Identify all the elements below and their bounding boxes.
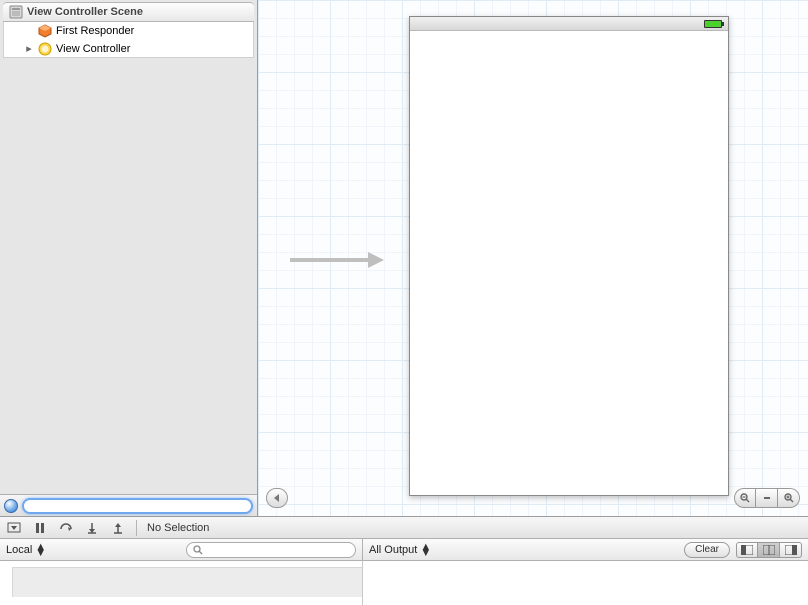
- step-over-icon: [59, 521, 73, 535]
- console-pane-toggle: [736, 542, 802, 558]
- show-both-panes-button[interactable]: [758, 542, 780, 558]
- updown-icon: ▲▼: [35, 544, 46, 556]
- right-pane-icon: [785, 545, 797, 555]
- variables-scope-popup[interactable]: Local ▲▼: [6, 544, 46, 556]
- initial-scene-arrow-icon: [290, 250, 385, 270]
- variables-scope-label: Local: [6, 544, 32, 556]
- outline-row-first-responder[interactable]: First Responder: [3, 22, 254, 40]
- console-output-pane[interactable]: [363, 561, 808, 605]
- first-responder-icon: [38, 24, 52, 38]
- filter-scope-icon[interactable]: [4, 499, 18, 513]
- output-scope-popup[interactable]: All Output ▲▼: [369, 544, 431, 556]
- pause-button[interactable]: [32, 520, 48, 536]
- show-console-only-button[interactable]: [780, 542, 802, 558]
- updown-icon: ▲▼: [420, 544, 431, 556]
- console-output-filter-area: All Output ▲▼ Clear: [363, 539, 808, 560]
- scene-header[interactable]: View Controller Scene: [3, 2, 254, 22]
- step-out-icon: [111, 521, 125, 535]
- toggle-debug-drawer-button[interactable]: [6, 520, 22, 536]
- document-outline-panel: View Controller Scene First Responder ▸ …: [0, 0, 258, 516]
- both-panes-icon: [763, 545, 775, 555]
- console-body: [0, 561, 808, 605]
- outline-row-view-controller[interactable]: ▸ View Controller: [3, 40, 254, 58]
- show-variables-only-button[interactable]: [736, 542, 758, 558]
- outline-list: View Controller Scene First Responder ▸ …: [0, 0, 257, 494]
- outline-filter-bar: [0, 494, 257, 516]
- zoom-out-icon: [740, 493, 750, 503]
- storyboard-scene-icon: [9, 5, 23, 19]
- battery-icon: [704, 20, 722, 28]
- zoom-in-icon: [784, 493, 794, 503]
- zoom-out-button[interactable]: [734, 488, 756, 508]
- debug-bar: No Selection: [0, 517, 808, 539]
- zoom-in-button[interactable]: [778, 488, 800, 508]
- clear-console-button[interactable]: Clear: [684, 542, 730, 558]
- canvas-zoom-controls: [734, 488, 800, 508]
- search-icon: [193, 545, 203, 555]
- variables-inner-box: [12, 567, 362, 597]
- drawer-collapse-icon: [7, 521, 21, 535]
- storyboard-canvas[interactable]: [258, 0, 808, 516]
- pause-icon: [33, 521, 47, 535]
- variables-search-input[interactable]: [206, 544, 349, 556]
- step-over-button[interactable]: [58, 520, 74, 536]
- outline-item-label: First Responder: [56, 25, 134, 37]
- canvas-back-button[interactable]: [266, 488, 288, 508]
- view-controller-icon: [38, 42, 52, 56]
- status-bar: [410, 17, 728, 31]
- triangle-left-icon: [272, 493, 282, 503]
- variables-pane[interactable]: [0, 561, 363, 605]
- variables-filter-area: Local ▲▼: [0, 539, 363, 560]
- outline-filter-input[interactable]: [22, 498, 253, 514]
- zoom-fit-icon: [762, 493, 772, 503]
- step-out-button[interactable]: [110, 520, 126, 536]
- step-into-icon: [85, 521, 99, 535]
- outline-item-label: View Controller: [56, 43, 130, 55]
- separator: [136, 520, 137, 536]
- console-filter-bar: Local ▲▼ All Output ▲▼ Clear: [0, 539, 808, 561]
- canvas-back-control: [266, 488, 288, 508]
- zoom-fit-button[interactable]: [756, 488, 778, 508]
- device-view: [409, 16, 729, 496]
- output-scope-label: All Output: [369, 544, 417, 556]
- scene-title: View Controller Scene: [27, 6, 143, 18]
- step-into-button[interactable]: [84, 520, 100, 536]
- left-pane-icon: [741, 545, 753, 555]
- thread-jump-bar[interactable]: No Selection: [147, 522, 209, 534]
- variables-search-field[interactable]: [186, 542, 356, 558]
- view-controller-scene-frame[interactable]: [409, 16, 729, 496]
- disclosure-triangle-icon[interactable]: ▸: [24, 42, 34, 55]
